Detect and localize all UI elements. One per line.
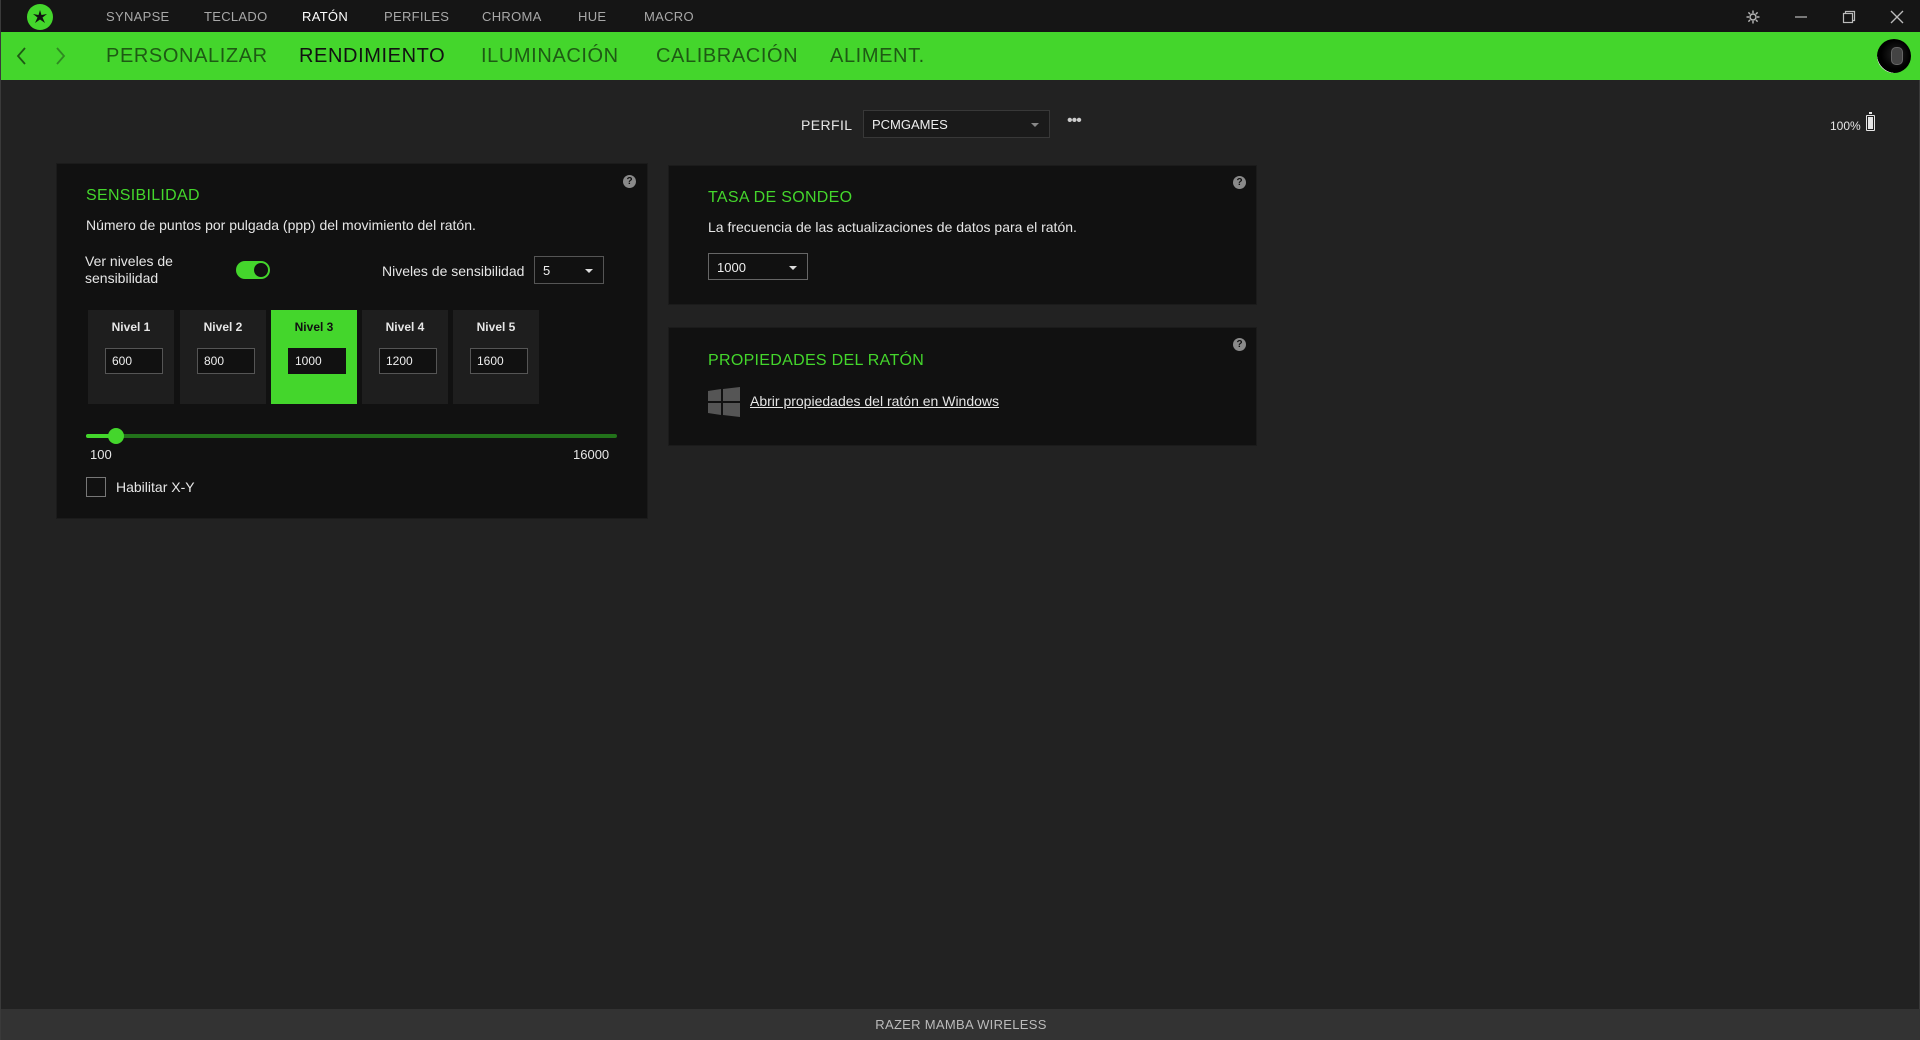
level-card-4[interactable]: Nivel 4 1200 xyxy=(362,310,448,404)
level-dpi-input[interactable]: 1000 xyxy=(288,348,346,374)
footer-bar: RAZER MAMBA WIRELESS xyxy=(1,1009,1920,1040)
show-levels-label: Ver niveles de sensibilidad xyxy=(85,253,173,286)
dpi-slider-thumb[interactable] xyxy=(108,428,125,444)
level-card-5[interactable]: Nivel 5 1600 xyxy=(453,310,539,404)
help-icon[interactable]: ? xyxy=(623,175,636,188)
polling-rate-panel: ? xyxy=(668,165,1257,305)
topnav-macro[interactable]: MACRO xyxy=(644,9,694,24)
level-card-3[interactable]: Nivel 3 1000 xyxy=(271,310,357,404)
battery-icon xyxy=(1866,112,1875,131)
open-windows-mouse-properties-link[interactable]: Abrir propiedades del ratón en Windows xyxy=(750,393,999,409)
topnav-hue[interactable]: HUE xyxy=(578,9,606,24)
chevron-down-icon xyxy=(789,266,797,270)
restore-icon[interactable] xyxy=(1836,4,1862,30)
mouse-properties-panel: ? xyxy=(668,327,1257,446)
dpi-slider-max: 16000 xyxy=(573,447,610,462)
back-arrow-icon[interactable] xyxy=(11,44,35,68)
profile-value: PCMGAMES xyxy=(872,117,948,132)
profile-label: PERFIL xyxy=(801,117,853,133)
more-options-icon[interactable]: ••• xyxy=(1067,113,1087,132)
enable-xy-checkbox[interactable] xyxy=(86,477,106,497)
synapse-window: SYNAPSE TECLADO RATÓN PERFILES CHROMA HU… xyxy=(0,0,1920,1040)
polling-rate-title: TASA DE SONDEO xyxy=(708,189,853,206)
battery-level-text: 100% xyxy=(1830,119,1861,133)
level-card-2[interactable]: Nivel 2 800 xyxy=(180,310,266,404)
device-name: RAZER MAMBA WIRELESS xyxy=(875,1017,1047,1032)
tab-rendimiento[interactable]: RENDIMIENTO xyxy=(299,45,445,68)
level-dpi-input[interactable]: 600 xyxy=(105,348,163,374)
level-dpi-input[interactable]: 1200 xyxy=(379,348,437,374)
tab-calibracion[interactable]: CALIBRACIÓN xyxy=(656,45,798,68)
section-nav-bar: PERSONALIZAR RENDIMIENTO ILUMINACIÓN CAL… xyxy=(1,32,1920,80)
forward-arrow-icon[interactable] xyxy=(49,44,73,68)
topnav-synapse[interactable]: SYNAPSE xyxy=(106,9,170,24)
chevron-down-icon xyxy=(1031,123,1039,127)
sensitivity-title: SENSIBILIDAD xyxy=(86,187,200,204)
mouse-properties-title: PROPIEDADES DEL RATÓN xyxy=(708,352,925,369)
topnav-chroma[interactable]: CHROMA xyxy=(482,9,542,24)
minimize-icon[interactable] xyxy=(1788,4,1814,30)
tab-personalizar[interactable]: PERSONALIZAR xyxy=(106,45,268,68)
gear-icon[interactable] xyxy=(1740,4,1766,30)
level-name: Nivel 5 xyxy=(476,320,516,334)
profile-dropdown[interactable]: PCMGAMES xyxy=(863,110,1050,138)
topnav-teclado[interactable]: TECLADO xyxy=(204,9,268,24)
dpi-slider-min: 100 xyxy=(90,447,112,462)
show-levels-toggle[interactable] xyxy=(236,261,270,279)
title-bar: SYNAPSE TECLADO RATÓN PERFILES CHROMA HU… xyxy=(1,0,1920,32)
tab-iluminacion[interactable]: ILUMINACIÓN xyxy=(481,45,619,68)
tab-aliment[interactable]: ALIMENT. xyxy=(830,45,925,68)
sensitivity-description: Número de puntos por pulgada (ppp) del m… xyxy=(86,217,476,233)
level-dpi-input[interactable]: 1600 xyxy=(470,348,528,374)
help-icon[interactable]: ? xyxy=(1233,338,1246,351)
toggle-knob xyxy=(254,263,268,277)
razer-logo-icon[interactable] xyxy=(27,4,53,30)
topnav-raton[interactable]: RATÓN xyxy=(302,9,348,24)
dpi-slider-track[interactable] xyxy=(86,434,617,438)
polling-rate-dropdown[interactable]: 1000 xyxy=(708,253,808,280)
windows-icon xyxy=(708,387,740,417)
level-card-1[interactable]: Nivel 1 600 xyxy=(88,310,174,404)
device-avatar[interactable] xyxy=(1877,39,1911,73)
sensitivity-levels-value: 5 xyxy=(543,263,551,278)
sensitivity-levels-dropdown[interactable]: 5 xyxy=(534,256,604,284)
help-icon[interactable]: ? xyxy=(1233,176,1246,189)
level-name: Nivel 3 xyxy=(294,320,334,334)
close-icon[interactable] xyxy=(1884,4,1910,30)
level-name: Nivel 4 xyxy=(385,320,425,334)
polling-rate-description: La frecuencia de las actualizaciones de … xyxy=(708,219,1077,235)
level-dpi-input[interactable]: 800 xyxy=(197,348,255,374)
level-name: Nivel 2 xyxy=(203,320,243,334)
level-name: Nivel 1 xyxy=(111,320,151,334)
topnav-perfiles[interactable]: PERFILES xyxy=(384,9,449,24)
chevron-down-icon xyxy=(585,269,593,273)
enable-xy-label: Habilitar X-Y xyxy=(116,479,195,495)
polling-rate-value: 1000 xyxy=(717,260,746,275)
sensitivity-levels-label: Niveles de sensibilidad xyxy=(382,263,525,279)
